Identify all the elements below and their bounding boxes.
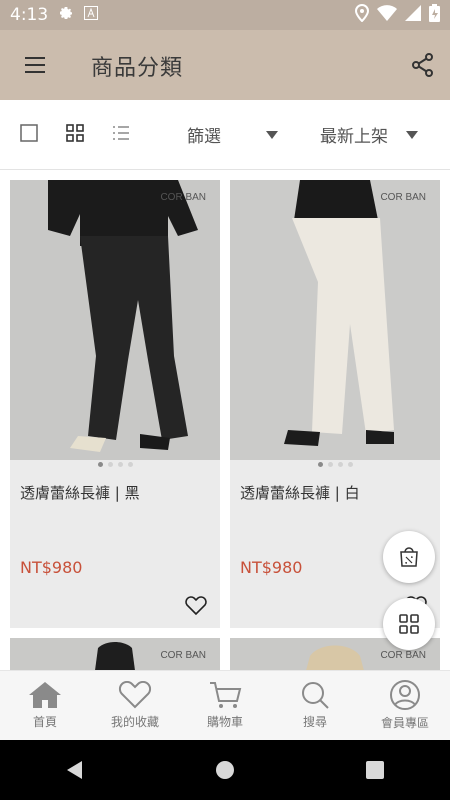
product-price: NT$980 <box>240 558 303 577</box>
back-icon[interactable] <box>64 759 86 781</box>
chevron-down-icon <box>406 130 418 139</box>
wifi-icon <box>377 4 397 26</box>
location-icon <box>354 3 370 27</box>
nav-label: 首頁 <box>32 715 57 729</box>
heart-icon <box>118 681 152 709</box>
home-icon <box>29 682 61 708</box>
nav-label: 我的收藏 <box>110 715 159 729</box>
grid-icon <box>399 614 419 634</box>
settings-status-icon <box>58 5 74 26</box>
nav-favorites[interactable]: 我的收藏 <box>90 671 180 740</box>
product-card[interactable]: COR BAN 透膚蕾絲長褲 | 黑 NT$980 <box>10 180 220 628</box>
nav-home[interactable]: 首頁 <box>0 671 90 740</box>
shopping-bag-icon <box>400 547 418 567</box>
image-pager <box>230 462 440 467</box>
favorite-icon[interactable] <box>184 594 208 620</box>
user-icon <box>390 680 420 710</box>
product-image: COR BAN <box>230 180 440 460</box>
product-image: COR BAN <box>10 638 220 670</box>
bottom-navigation: 首頁 我的收藏 購物車 搜尋 會員專區 <box>0 670 450 740</box>
list-view-icon[interactable] <box>112 124 130 146</box>
nav-label: 購物車 <box>206 715 243 729</box>
chevron-down-icon <box>266 130 278 139</box>
home-button-icon[interactable] <box>214 759 236 781</box>
menu-icon[interactable] <box>22 52 48 78</box>
nav-search[interactable]: 搜尋 <box>270 671 360 740</box>
filter-label: 篩選 <box>187 127 221 147</box>
brand-logo: COR BAN <box>380 192 426 203</box>
single-view-icon[interactable] <box>20 124 38 146</box>
page-title: 商品分類 <box>91 56 184 81</box>
list-toolbar: 篩選 最新上架 <box>0 100 450 170</box>
notification-status-icon <box>84 5 99 25</box>
brand-logo: COR BAN <box>380 650 426 661</box>
nav-label: 會員專區 <box>380 716 429 730</box>
app-header: 商品分類 <box>0 30 450 100</box>
sort-dropdown[interactable]: 最新上架 <box>320 122 418 147</box>
grid-view-icon[interactable] <box>66 124 84 146</box>
filter-dropdown[interactable]: 篩選 <box>187 122 278 147</box>
nav-member[interactable]: 會員專區 <box>360 671 450 740</box>
cart-icon <box>210 682 242 708</box>
product-grid: COR BAN 透膚蕾絲長褲 | 黑 NT$980 COR BAN 透膚蕾絲長褲… <box>0 170 450 670</box>
quick-cart-button[interactable] <box>383 531 435 583</box>
sort-label: 最新上架 <box>320 127 388 147</box>
status-bar: 4:13 <box>0 0 450 30</box>
nav-label: 搜尋 <box>302 715 327 729</box>
nav-cart[interactable]: 購物車 <box>180 671 270 740</box>
signal-icon <box>405 4 421 26</box>
search-icon <box>302 682 329 709</box>
product-card[interactable]: COR BAN <box>10 638 220 670</box>
brand-logo: COR BAN <box>160 192 206 203</box>
battery-icon <box>429 3 440 27</box>
product-price: NT$980 <box>20 558 83 577</box>
brand-logo: COR BAN <box>160 650 206 661</box>
recents-icon[interactable] <box>364 759 386 781</box>
share-icon[interactable] <box>410 52 436 78</box>
product-name: 透膚蕾絲長褲 | 白 <box>240 484 360 502</box>
category-menu-button[interactable] <box>383 598 435 650</box>
status-time: 4:13 <box>10 5 49 25</box>
image-pager <box>10 462 220 467</box>
system-navigation-bar <box>0 740 450 800</box>
product-name: 透膚蕾絲長褲 | 黑 <box>20 484 140 502</box>
product-image: COR BAN <box>10 180 220 460</box>
